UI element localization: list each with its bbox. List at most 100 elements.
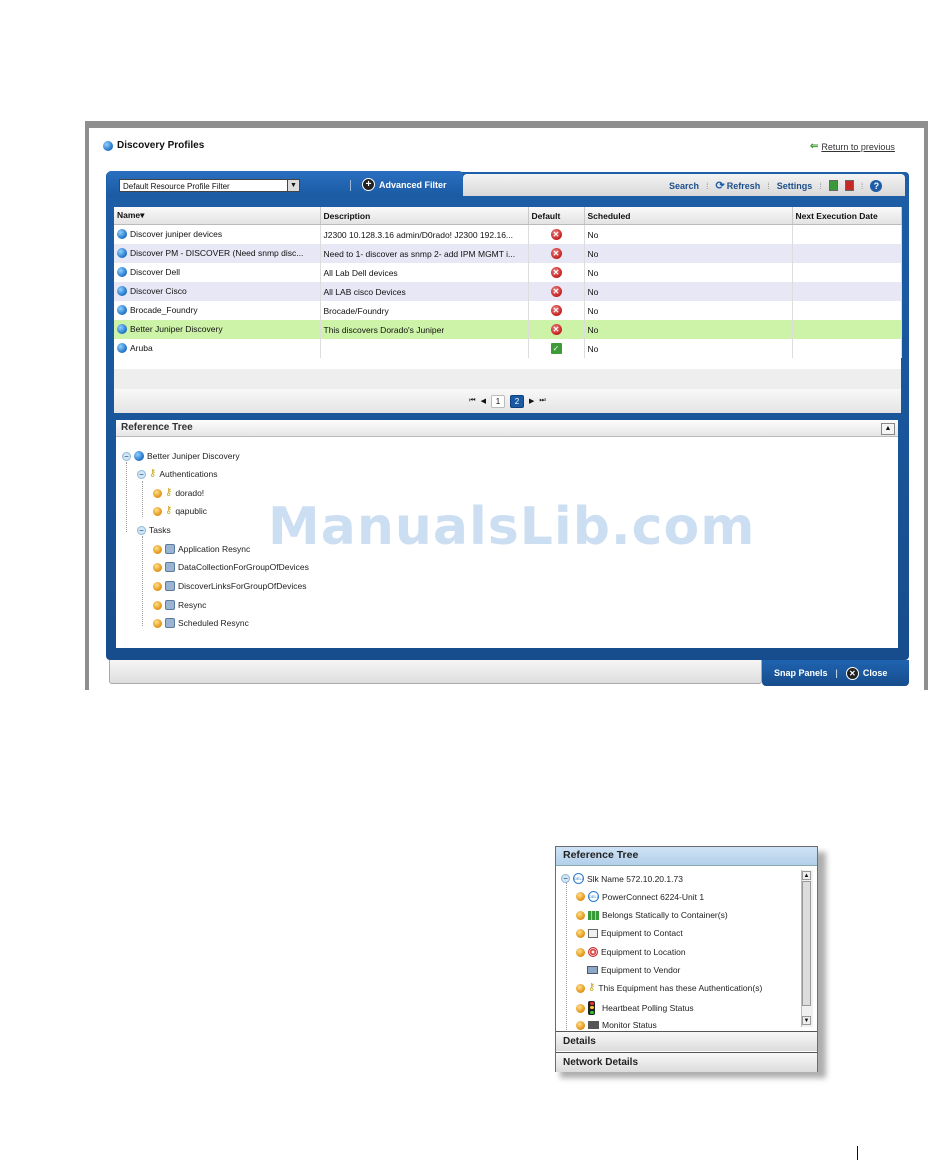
cell-scheduled: No [584, 263, 793, 282]
tree-node[interactable]: Equipment to Location [576, 947, 686, 957]
column-header-description[interactable]: Description [320, 207, 529, 225]
cell-scheduled: No [584, 320, 793, 339]
column-header-default[interactable]: Default [528, 207, 585, 225]
cell-next-execution [792, 282, 902, 301]
tree-node[interactable]: Heartbeat Polling Status [576, 1001, 694, 1015]
tree-node-task[interactable]: Resync [153, 600, 206, 610]
leaf-node-icon [576, 910, 585, 920]
chevron-down-icon[interactable]: ▼ [287, 180, 299, 191]
tree-node-task[interactable]: DataCollectionForGroupOfDevices [153, 562, 309, 572]
column-name-label: Name [117, 210, 141, 220]
prev-page-icon[interactable]: ◀ [481, 397, 486, 405]
tree-node-authentications[interactable]: − ⚷ Authentications [137, 469, 217, 479]
cell-name: Discover juniper devices [114, 224, 321, 244]
advanced-filter-button[interactable]: + Advanced Filter [362, 178, 447, 191]
tree-node-auth-item[interactable]: ⚷ qapublic [153, 506, 207, 516]
page-1-button[interactable]: 1 [491, 394, 505, 408]
column-header-scheduled[interactable]: Scheduled [584, 207, 793, 225]
tree-node-label: Scheduled Resync [178, 618, 249, 628]
filter-select[interactable]: Default Resource Profile Filter ▼ [119, 179, 300, 192]
key-icon: ⚷ [588, 982, 596, 993]
tree-node-label: Slk Name 572.10.20.1.73 [587, 873, 683, 884]
cell-next-execution [792, 339, 902, 358]
task-gear-icon [165, 600, 175, 610]
refresh-button[interactable]: ⟳ Refresh [716, 179, 761, 192]
globe-icon [103, 140, 113, 151]
search-button[interactable]: Search [669, 181, 699, 191]
settings-button[interactable]: Settings [777, 181, 813, 191]
collapse-node-icon[interactable]: − [137, 469, 146, 479]
tree-node[interactable]: Equipment to Contact [576, 928, 683, 938]
column-header-name[interactable]: Name▾ [114, 207, 321, 225]
scroll-up-icon[interactable]: ▲ [802, 871, 811, 880]
tree-node[interactable]: Equipment to Vendor [587, 965, 680, 975]
table-row[interactable]: Discover Cisco All LAB cisco Devices ✕ No [114, 282, 902, 301]
default-no-icon: ✕ [550, 267, 562, 278]
leaf-node-icon [576, 892, 585, 901]
location-target-icon [588, 947, 598, 957]
cell-description: All LAB cisco Devices [320, 282, 529, 301]
cell-default: ✕ [528, 320, 585, 339]
scrollbar-thumb[interactable] [802, 881, 811, 1006]
collapse-node-icon[interactable]: − [137, 525, 146, 535]
leaf-node-icon [576, 947, 585, 957]
tree-node[interactable]: DELL PowerConnect 6224-Unit 1 [576, 891, 704, 902]
page-divider [857, 1146, 858, 1160]
table-row[interactable]: Discover Dell All Lab Dell devices ✕ No [114, 263, 902, 282]
divider: | [835, 668, 838, 678]
filter-select-value: Default Resource Profile Filter [123, 182, 230, 191]
name-wrap: Discover juniper devices [117, 228, 222, 239]
tree-node-auth-item[interactable]: ⚷ dorado! [153, 488, 204, 498]
table-row[interactable]: Brocade_Foundry Brocade/Foundry ✕ No [114, 301, 902, 320]
leaf-node-icon [576, 1020, 585, 1030]
tree-node-task[interactable]: Application Resync [153, 544, 250, 554]
cell-scheduled: No [584, 282, 793, 301]
globe-icon [117, 247, 127, 258]
tree-node-label: Better Juniper Discovery [147, 451, 240, 461]
collapse-icon[interactable]: ▲ [881, 423, 895, 435]
export-pdf-icon[interactable] [844, 180, 854, 191]
column-header-next-execution[interactable]: Next Execution Date [792, 207, 902, 225]
leaf-node-icon [153, 488, 162, 498]
tree-node[interactable]: Belongs Statically to Container(s) [576, 910, 728, 920]
tree-node[interactable]: ⚷ This Equipment has these Authenticatio… [576, 983, 762, 993]
close-button[interactable]: ✕ Close [845, 666, 887, 680]
table-row[interactable]: Better Juniper Discovery This discovers D… [114, 320, 902, 339]
table-row[interactable]: Discover juniper devices J2300 10.128.3.1… [114, 224, 902, 244]
network-details-section-header[interactable]: Network Details [556, 1052, 817, 1072]
collapse-node-icon[interactable]: − [561, 874, 570, 883]
bottom-bar [109, 660, 762, 684]
leaf-node-icon [153, 600, 162, 610]
page-2-button[interactable]: 2 [510, 394, 524, 408]
snap-panels-button[interactable]: Snap Panels [774, 668, 828, 678]
table-row[interactable]: Discover PM - DISCOVER (Need snmp disc..… [114, 244, 902, 263]
export-excel-icon[interactable] [828, 180, 838, 191]
details-section-header[interactable]: Details [556, 1031, 817, 1051]
scroll-down-icon[interactable]: ▼ [802, 1016, 811, 1025]
small-panel-body: − DELL Slk Name 572.10.20.1.73 DELL Powe… [556, 866, 817, 1030]
tree-node-label: Application Resync [178, 544, 251, 554]
cell-name: Discover Dell [114, 263, 321, 282]
first-page-icon[interactable]: ⏮ [469, 397, 475, 405]
tree-node-task[interactable]: Scheduled Resync [153, 618, 249, 628]
collapse-node-icon[interactable]: − [122, 451, 131, 461]
return-link[interactable]: ⇐ Return to previous [810, 141, 895, 152]
tree-node-label: DataCollectionForGroupOfDevices [178, 562, 309, 572]
globe-icon [117, 266, 127, 277]
next-page-icon[interactable]: ▶ [529, 397, 534, 405]
tree-node-root[interactable]: − DELL Slk Name 572.10.20.1.73 [561, 873, 683, 884]
refresh-label: Refresh [726, 180, 761, 191]
cell-next-execution [792, 263, 902, 282]
default-no-icon: ✕ [550, 286, 562, 297]
leaf-node-icon [576, 1003, 585, 1013]
key-icon: ⚷ [165, 505, 173, 516]
tree-node-tasks[interactable]: − Tasks [137, 525, 171, 535]
tree-node-task[interactable]: DiscoverLinksForGroupOfDevices [153, 581, 306, 591]
table-row[interactable]: Aruba ✓ No [114, 339, 902, 358]
tree-node-root[interactable]: − Better Juniper Discovery [122, 451, 240, 461]
last-page-icon[interactable]: ⏭ [539, 397, 545, 405]
tree-node[interactable]: Monitor Status [576, 1020, 657, 1030]
help-icon[interactable]: ? [870, 179, 883, 192]
plus-icon: + [362, 178, 375, 191]
page-title-text: Discovery Profiles [117, 140, 205, 151]
